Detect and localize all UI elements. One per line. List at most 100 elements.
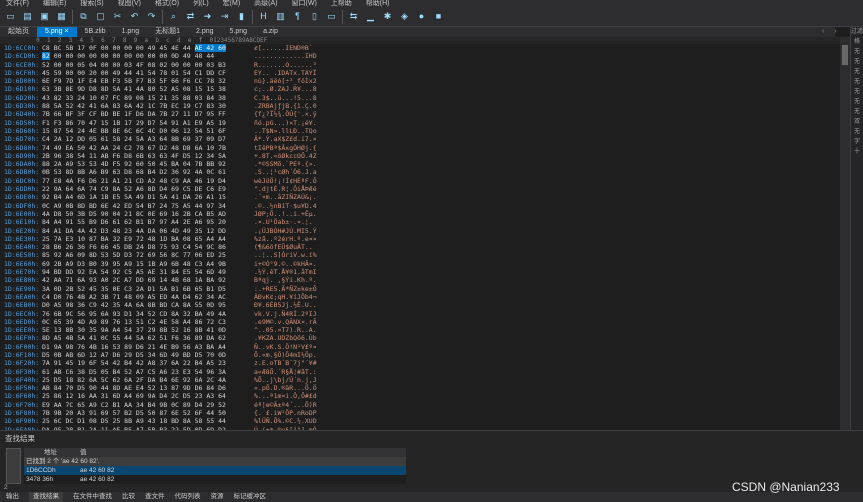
row-hex-bytes[interactable]: C8 BC 5B 17 0F 00 00 00 00 49 45 4E 44 A…: [42, 44, 254, 52]
row-ascii[interactable]: +.8T.«öØkccOÕ.4Z: [254, 152, 374, 160]
hex-row[interactable]: 1D:6E20h: 84 A1 DA 4A 42 D3 48 23 4A DA 0…: [0, 227, 840, 235]
row-ascii[interactable]: .¤.U¹Öab±·.¤.¦.: [254, 218, 374, 226]
find-next-icon[interactable]: ➜: [201, 10, 214, 23]
row-ascii[interactable]: %Õ..j\bj/Ú´n.j,J: [254, 376, 374, 384]
row-ascii[interactable]: wèJöÖ!¡!Í¢HÉªF.Ô: [254, 177, 374, 185]
row-hex-bytes[interactable]: 63 3B 8E 9D D8 8D 5A 41 4A 80 52 A5 08 1…: [42, 85, 254, 93]
hex-row[interactable]: 1D:6DA0h: 88 2A A9 53 53 4D F5 92 60 50 4…: [0, 160, 840, 168]
row-hex-bytes[interactable]: 25 6C DC D1 08 D5 25 8B A9 43 18 BD 8A 5…: [42, 417, 254, 425]
save-icon[interactable]: ▣: [38, 10, 51, 23]
row-hex-bytes[interactable]: 82 00 00 00 00 00 00 00 00 00 00 0D 49 4…: [42, 52, 254, 61]
row-ascii[interactable]: .©..½nBíT·$u¥D.4: [254, 202, 374, 210]
row-hex-bytes[interactable]: 0B 53 8D 8B A6 B9 63 D8 68 B4 D2 36 92 4…: [42, 168, 254, 176]
open-folder-icon[interactable]: ▤: [21, 10, 34, 23]
row-hex-bytes[interactable]: 7A 91 45 19 6F 54 42 B4 42 A8 37 6A 22 B…: [42, 359, 254, 367]
row-hex-bytes[interactable]: D1 9A 98 76 4B 16 53 89 D6 21 4E B9 56 A…: [42, 343, 254, 351]
row-hex-bytes[interactable]: C4 D0 76 4B A2 3B 71 48 09 A5 ED 4A D4 6…: [42, 293, 254, 301]
paste-icon[interactable]: ▢: [94, 10, 107, 23]
tab-0[interactable]: 起始页: [0, 27, 37, 37]
hex-row[interactable]: 1D:6ED0h: 0C 65 39 4D A9 89 76 13 51 C2 4…: [0, 318, 840, 326]
hex-row[interactable]: 1D:6D20h: 43 82 33 24 10 07 FC 89 08 15 2…: [0, 94, 840, 102]
menu-item[interactable]: 窗口(W): [292, 0, 317, 7]
menu-item[interactable]: 上帮助: [331, 0, 352, 7]
hex-row[interactable]: 1D:6E40h: 28 B6 26 36 F6 66 45 DB 24 D8 7…: [0, 243, 840, 251]
row-hex-bytes[interactable]: 22 9A 64 6A 74 C9 8A 52 A6 8D D4 69 C5 D…: [42, 185, 254, 193]
hex-row[interactable]: 1D:6E80h: 42 AA 71 6A 93 A0 2C A7 DD 69 1…: [0, 276, 840, 284]
panel-tab-5[interactable]: 代码列表: [175, 492, 201, 502]
row-ascii[interactable]: vk.V.j.Ñ4RÍ.2ºIJ: [254, 310, 374, 318]
row-ascii[interactable]: .e9M©.v.QÂNX¤.rÃ: [254, 318, 374, 326]
row-hex-bytes[interactable]: 8D A5 4B 5A 41 0C 55 44 5A 62 51 F6 36 8…: [42, 334, 254, 342]
panel-tab-0[interactable]: 输出: [6, 492, 19, 502]
panel-tab-6[interactable]: 资源: [211, 492, 224, 502]
hex-row[interactable]: 1D:6EE0h: 5E 13 8B 30 35 9A A4 54 37 29 8…: [0, 326, 840, 334]
hex-row[interactable]: 1D:6D30h: 88 5A 52 42 41 6A 83 6A 42 1C 7…: [0, 102, 840, 110]
copy-icon[interactable]: ⧉: [77, 10, 90, 23]
bookmark-icon[interactable]: ▮: [235, 10, 248, 23]
row-hex-bytes[interactable]: 6E F9 7D 1F E4 EB F3 5B F7 B3 5F 66 F6 C…: [42, 77, 254, 85]
row-ascii[interactable]: .¡ÚJBÓH#JÚ.MI5.Ý: [254, 227, 374, 235]
hex-row[interactable]: 1D:6CC0h: C8 BC 5B 17 0F 00 00 00 00 49 4…: [0, 44, 840, 52]
macro-icon[interactable]: ◈: [398, 10, 411, 23]
row-hex-bytes[interactable]: 4A D8 50 3B D5 90 04 21 8C 0E 69 16 2B C…: [42, 210, 254, 218]
hex-row[interactable]: 1D:6D50h: F1 F3 86 70 47 15 1B 17 29 D7 5…: [0, 119, 840, 127]
tab-7[interactable]: a.zip: [255, 27, 286, 37]
row-hex-bytes[interactable]: 7B 66 BF 3F CF BD BE 1F D6 DA 7B 27 11 D…: [42, 110, 254, 118]
row-ascii[interactable]: %zã..º2érH.º.e¤¤: [254, 235, 374, 243]
hex-row[interactable]: 1D:6DF0h: 0C A9 0B 8D BD 6E 42 ED 54 B7 2…: [0, 202, 840, 210]
row-hex-bytes[interactable]: 85 92 A6 09 8D 53 5D D3 72 69 56 8C 77 0…: [42, 251, 254, 259]
panel-tab-4[interactable]: 查文件: [145, 492, 165, 502]
row-ascii[interactable]: .............IHD: [254, 52, 374, 60]
redo-icon[interactable]: ↷: [145, 10, 158, 23]
row-ascii[interactable]: éª|e©Â±ª4´...Ô)R: [254, 401, 374, 409]
stop-icon[interactable]: ■: [432, 10, 445, 23]
record-icon[interactable]: ●: [415, 10, 428, 23]
hex-row[interactable]: 1D:6D40h: 7B 66 BF 3F CF BD BE 1F D6 DA 7…: [0, 110, 840, 118]
hex-row[interactable]: 1D:6F90h: 25 6C DC D1 08 D5 25 8B A9 43 1…: [0, 417, 840, 425]
goto-icon[interactable]: ⇥: [218, 10, 231, 23]
row-hex-bytes[interactable]: 45 59 00 00 20 00 49 44 41 54 78 01 54 C…: [42, 69, 254, 77]
menu-item[interactable]: 视图(V): [118, 0, 141, 7]
new-file-icon[interactable]: ▭: [4, 10, 17, 23]
row-ascii[interactable]: ñó.pG...)×T.¡é¥.: [254, 119, 374, 127]
row-ascii[interactable]: R.......O......³: [254, 61, 374, 69]
hex-row[interactable]: 1D:6CE0h: 52 00 00 05 04 00 00 03 4F 08 0…: [0, 61, 840, 69]
panel-tab-1[interactable]: 查找结果: [29, 492, 63, 502]
row-hex-bytes[interactable]: 0C 65 39 4D A9 89 76 13 51 C2 4E 58 A4 8…: [42, 318, 254, 326]
row-ascii[interactable]: ÄÐvK¢;qH.¥íJÔb4¬: [254, 293, 374, 301]
row-ascii[interactable]: i+©Ó°9.©..©kHÃ¤.: [254, 260, 374, 268]
row-ascii[interactable]: ..¦..S]ÓriV.w.í%: [254, 251, 374, 259]
row-hex-bytes[interactable]: D0 A5 98 36 C9 42 35 4A 6A 8B BD CA 8A 5…: [42, 301, 254, 309]
row-ascii[interactable]: a«Æ8Õ.´R§Å¦#ãT.:: [254, 368, 374, 376]
menu-item[interactable]: 搜索(S): [80, 0, 103, 7]
menu-item[interactable]: 文件(F): [6, 0, 29, 7]
row-hex-bytes[interactable]: 25 D5 18 82 6A 5C 62 6A 2F DA B4 6E 92 6…: [42, 376, 254, 384]
row-ascii[interactable]: z.E.oTB´B¨7j"´¥#: [254, 359, 374, 367]
row-hex-bytes[interactable]: 42 AA 71 6A 93 A0 2C A7 DD 69 14 4B 68 1…: [42, 276, 254, 284]
menu-item[interactable]: 帮助(H): [366, 0, 390, 7]
row-ascii[interactable]: tIêPBª$ÂxgÒHØj.{: [254, 144, 374, 152]
hex-row[interactable]: 1D:6F30h: 61 AB C6 38 D5 05 B4 52 A7 C5 A…: [0, 368, 840, 376]
tab-1[interactable]: 5.png ×: [37, 27, 77, 37]
hex-row[interactable]: 1D:6DB0h: 0B 53 8D 8B A6 B9 63 D8 68 B4 D…: [0, 168, 840, 176]
row-ascii[interactable]: Ñ..vK.S.Ö!N¹V£º¤: [254, 343, 374, 351]
hex-row[interactable]: 1D:6D10h: 63 3B 8E 9D D8 8D 5A 41 4A 80 5…: [0, 85, 840, 93]
find-result-row[interactable]: 1D6CCDh ae 42 60 82: [24, 466, 406, 475]
hex-row[interactable]: 1D:6E50h: 85 92 A6 09 8D 53 5D D3 72 69 5…: [0, 251, 840, 259]
pilcrow-icon[interactable]: ¶: [291, 10, 304, 23]
row-hex-bytes[interactable]: 61 AB C6 38 D5 05 B4 52 A7 C5 A6 23 E3 5…: [42, 368, 254, 376]
hex-row[interactable]: 1D:6F40h: 25 D5 18 82 6A 5C 62 6A 2F DA B…: [0, 376, 840, 384]
row-ascii[interactable]: {f¿?Ï½¾.ÖÚ{'.×.ÿ: [254, 110, 374, 118]
row-ascii[interactable]: Õ.«m.§Ö)Õ4mI½Õp.: [254, 351, 374, 359]
vertical-scrollbar[interactable]: [840, 37, 850, 430]
chart-icon[interactable]: ▁: [364, 10, 377, 23]
compare-icon[interactable]: ⇆: [347, 10, 360, 23]
row-ascii[interactable]: EY.. .IDATx.TÁÝÏ: [254, 69, 374, 77]
find-results-side-control[interactable]: [6, 448, 21, 484]
hex-row[interactable]: 1D:6E60h: 69 2B A9 D3 B0 39 95 A9 15 1B A…: [0, 260, 840, 268]
menu-item[interactable]: 高级(A): [254, 0, 277, 7]
row-hex-bytes[interactable]: 84 A1 DA 4A 42 D3 48 23 4A DA 06 4D 49 3…: [42, 227, 254, 235]
row-hex-bytes[interactable]: 25 7A E3 10 87 BA 32 E9 72 48 1D BA 08 6…: [42, 235, 254, 243]
hex-row[interactable]: 1D:6E00h: 4A D8 50 3B D5 90 04 21 8C 0E 6…: [0, 210, 840, 218]
hex-mode-icon[interactable]: H: [257, 10, 270, 23]
